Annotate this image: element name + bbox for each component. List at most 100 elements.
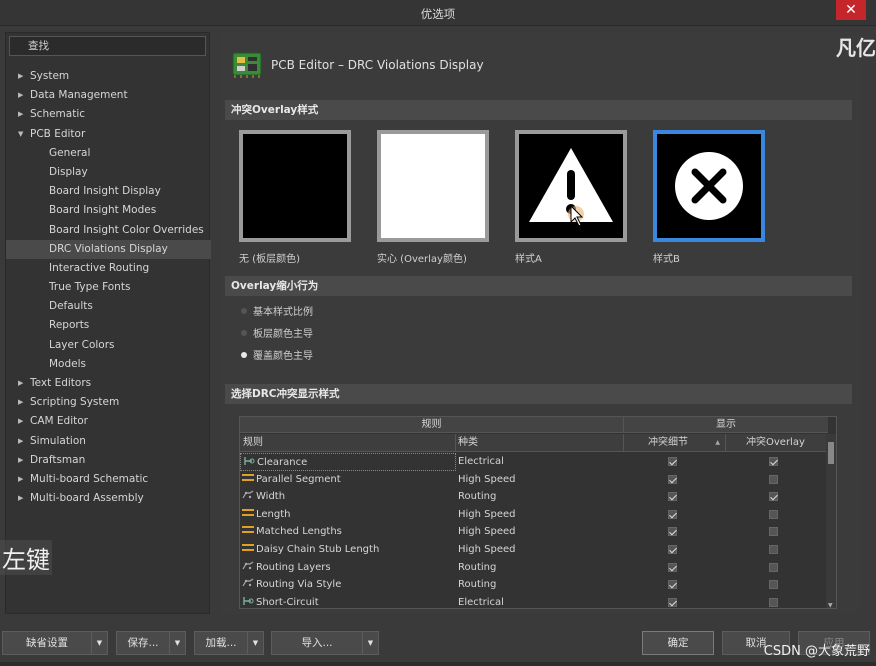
tree-item-board-insight-display[interactable]: Board Insight Display <box>6 182 211 201</box>
save-button[interactable]: 保存... ▼ <box>116 631 186 655</box>
import-button[interactable]: 导入... ▼ <box>271 631 379 655</box>
style-solid-preview[interactable] <box>377 130 489 242</box>
tree-item-text-editors[interactable]: ▶ Text Editors <box>6 374 211 393</box>
detail-checkbox[interactable] <box>668 457 677 466</box>
style-a-preview[interactable] <box>515 130 627 242</box>
collapsed-arrow-icon[interactable]: ▶ <box>18 393 23 412</box>
detail-checkbox[interactable] <box>668 562 677 572</box>
tree-item-schematic[interactable]: ▶ Schematic <box>6 105 211 124</box>
rule-name: Clearance <box>257 457 308 468</box>
cell-rule[interactable]: Length <box>240 506 456 524</box>
import-dropdown-icon[interactable]: ▼ <box>362 632 378 654</box>
column-header-detail[interactable]: 冲突细节 ▲ <box>624 434 726 452</box>
collapsed-arrow-icon[interactable]: ▶ <box>18 374 23 393</box>
table-row[interactable]: Routing Via Style Routing <box>240 576 826 594</box>
cell-rule[interactable]: Parallel Segment <box>240 471 456 489</box>
collapsed-arrow-icon[interactable]: ▶ <box>18 451 23 470</box>
style-option-solid[interactable]: 实心 (Overlay颜色) <box>377 130 489 265</box>
search-input[interactable]: 查找 <box>9 36 206 56</box>
collapsed-arrow-icon[interactable]: ▶ <box>18 412 23 431</box>
overlay-checkbox[interactable] <box>769 457 778 466</box>
cell-rule[interactable]: Daisy Chain Stub Length <box>240 541 456 559</box>
overlay-checkbox[interactable] <box>769 562 778 572</box>
table-row[interactable]: Routing Layers Routing <box>240 559 826 577</box>
table-row[interactable]: Daisy Chain Stub Length High Speed <box>240 541 826 559</box>
tree-item-board-insight-modes[interactable]: Board Insight Modes <box>6 201 211 220</box>
cell-rule[interactable]: Width <box>240 488 456 506</box>
radio-layer-color-dominant[interactable]: 板层颜色主导 <box>241 327 313 343</box>
collapsed-arrow-icon[interactable]: ▶ <box>18 86 23 105</box>
style-none-preview[interactable] <box>239 130 351 242</box>
tree-item-drc-violations-display[interactable]: DRC Violations Display <box>6 239 211 259</box>
tree-item-general[interactable]: General <box>6 144 211 163</box>
collapsed-arrow-icon[interactable]: ▶ <box>18 67 23 86</box>
style-option-b[interactable]: 样式B <box>653 130 765 265</box>
tree-item-scripting-system[interactable]: ▶ Scripting System <box>6 393 211 412</box>
table-row[interactable]: Parallel Segment High Speed <box>240 471 826 489</box>
table-row[interactable]: Clearance Electrical <box>240 453 826 471</box>
tree-item-system[interactable]: ▶ System <box>6 67 211 86</box>
detail-checkbox[interactable] <box>668 474 677 484</box>
style-b-preview[interactable] <box>653 130 765 242</box>
collapsed-arrow-icon[interactable]: ▶ <box>18 105 23 124</box>
overlay-checkbox[interactable] <box>769 509 778 519</box>
column-header-overlay[interactable]: 冲突Overlay <box>726 434 828 452</box>
tree-item-reports[interactable]: Reports <box>6 316 211 335</box>
detail-checkbox[interactable] <box>668 492 677 502</box>
overlay-checkbox[interactable] <box>769 474 778 484</box>
style-option-none[interactable]: 无 (板层颜色) <box>239 130 351 265</box>
table-row[interactable]: Matched Lengths High Speed <box>240 523 826 541</box>
tree-item-board-insight-color-overrides[interactable]: Board Insight Color Overrides <box>6 221 211 240</box>
collapsed-arrow-icon[interactable]: ▶ <box>18 432 23 451</box>
close-button[interactable]: ✕ <box>836 0 866 20</box>
scroll-down-arrow-icon[interactable]: ▼ <box>828 602 833 608</box>
radio-base-style-scale[interactable]: 基本样式比例 <box>241 305 313 321</box>
grid-scrollbar[interactable]: ▼ <box>826 434 836 608</box>
detail-checkbox[interactable] <box>668 580 677 590</box>
tree-item-pcb-editor[interactable]: ▼ PCB Editor <box>6 125 211 144</box>
table-row[interactable]: Width Routing <box>240 488 826 506</box>
scrollbar-thumb[interactable] <box>828 442 834 464</box>
tree-item-defaults[interactable]: Defaults <box>6 297 211 316</box>
cell-rule[interactable]: Routing Via Style <box>240 576 456 594</box>
tree-item-layer-colors[interactable]: Layer Colors <box>6 336 211 355</box>
cell-rule[interactable]: Clearance <box>240 453 456 471</box>
style-option-a[interactable]: 样式A <box>515 130 627 265</box>
overlay-checkbox[interactable] <box>769 580 778 590</box>
tree-item-display[interactable]: Display <box>6 163 211 182</box>
tree-item-draftsman[interactable]: ▶ Draftsman <box>6 451 211 470</box>
detail-checkbox[interactable] <box>668 597 677 607</box>
detail-checkbox[interactable] <box>668 545 677 554</box>
overlay-checkbox[interactable] <box>769 597 778 607</box>
tree-item-models[interactable]: Models <box>6 355 211 374</box>
cell-rule[interactable]: Matched Lengths <box>240 523 456 541</box>
detail-checkbox[interactable] <box>668 509 677 519</box>
collapsed-arrow-icon[interactable]: ▶ <box>18 470 23 489</box>
defaults-button[interactable]: 缺省设置 ▼ <box>2 631 108 655</box>
tree-item-simulation[interactable]: ▶ Simulation <box>6 432 211 451</box>
overlay-checkbox[interactable] <box>769 527 778 537</box>
ok-button[interactable]: 确定 <box>642 631 714 655</box>
cell-rule[interactable]: Short-Circuit <box>240 594 456 608</box>
collapsed-arrow-icon[interactable]: ▶ <box>18 489 23 508</box>
defaults-dropdown-icon[interactable]: ▼ <box>91 632 107 654</box>
column-header-rule[interactable]: 规则 <box>240 434 456 452</box>
expanded-arrow-icon[interactable]: ▼ <box>18 125 23 144</box>
table-row[interactable]: Short-Circuit Electrical <box>240 594 826 608</box>
tree-item-interactive-routing[interactable]: Interactive Routing <box>6 259 211 278</box>
table-row[interactable]: Length High Speed <box>240 506 826 524</box>
overlay-checkbox[interactable] <box>769 492 778 502</box>
radio-overlay-color-dominant[interactable]: 覆盖颜色主导 <box>241 349 313 365</box>
tree-item-data-management[interactable]: ▶ Data Management <box>6 86 211 105</box>
cell-rule[interactable]: Routing Layers <box>240 559 456 577</box>
tree-item-cam-editor[interactable]: ▶ CAM Editor <box>6 412 211 431</box>
tree-item-true-type-fonts[interactable]: True Type Fonts <box>6 278 211 297</box>
load-dropdown-icon[interactable]: ▼ <box>247 632 263 654</box>
load-button[interactable]: 加载... ▼ <box>194 631 264 655</box>
save-dropdown-icon[interactable]: ▼ <box>169 632 185 654</box>
tree-item-multi-board-assembly[interactable]: ▶ Multi-board Assembly <box>6 489 211 508</box>
detail-checkbox[interactable] <box>668 527 677 537</box>
tree-item-multi-board-schematic[interactable]: ▶ Multi-board Schematic <box>6 470 211 489</box>
overlay-checkbox[interactable] <box>769 545 778 554</box>
column-header-type[interactable]: 种类 <box>456 434 624 452</box>
